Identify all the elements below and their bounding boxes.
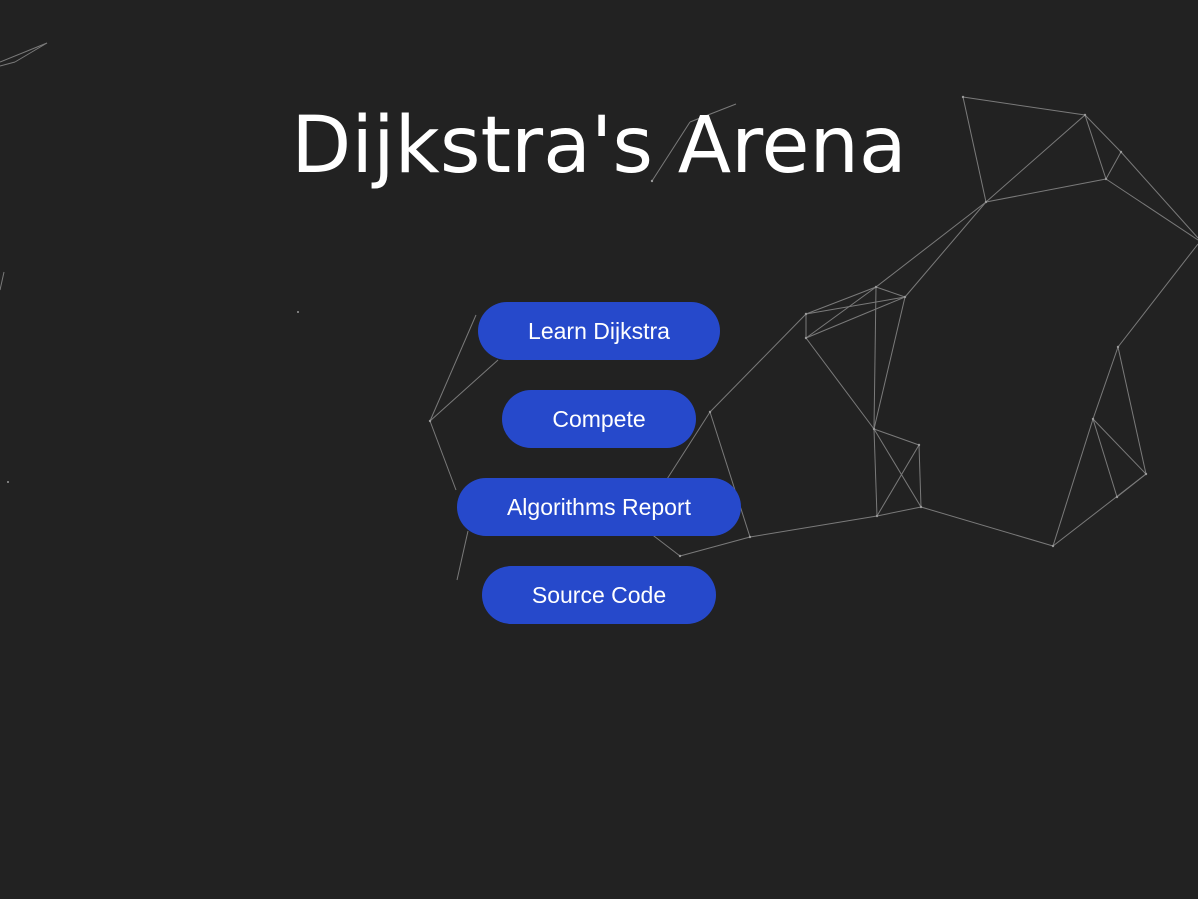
source-code-button[interactable]: Source Code xyxy=(481,566,717,624)
page: Dijkstra's Arena Learn Dijkstra Compete … xyxy=(0,0,1198,899)
compete-button[interactable]: Compete xyxy=(502,390,696,448)
main-menu: Learn Dijkstra Compete Algorithms Report… xyxy=(0,302,1198,624)
page-title: Dijkstra's Arena xyxy=(291,101,907,191)
algorithms-report-button[interactable]: Algorithms Report xyxy=(456,478,742,536)
learn-dijkstra-button[interactable]: Learn Dijkstra xyxy=(478,302,720,360)
